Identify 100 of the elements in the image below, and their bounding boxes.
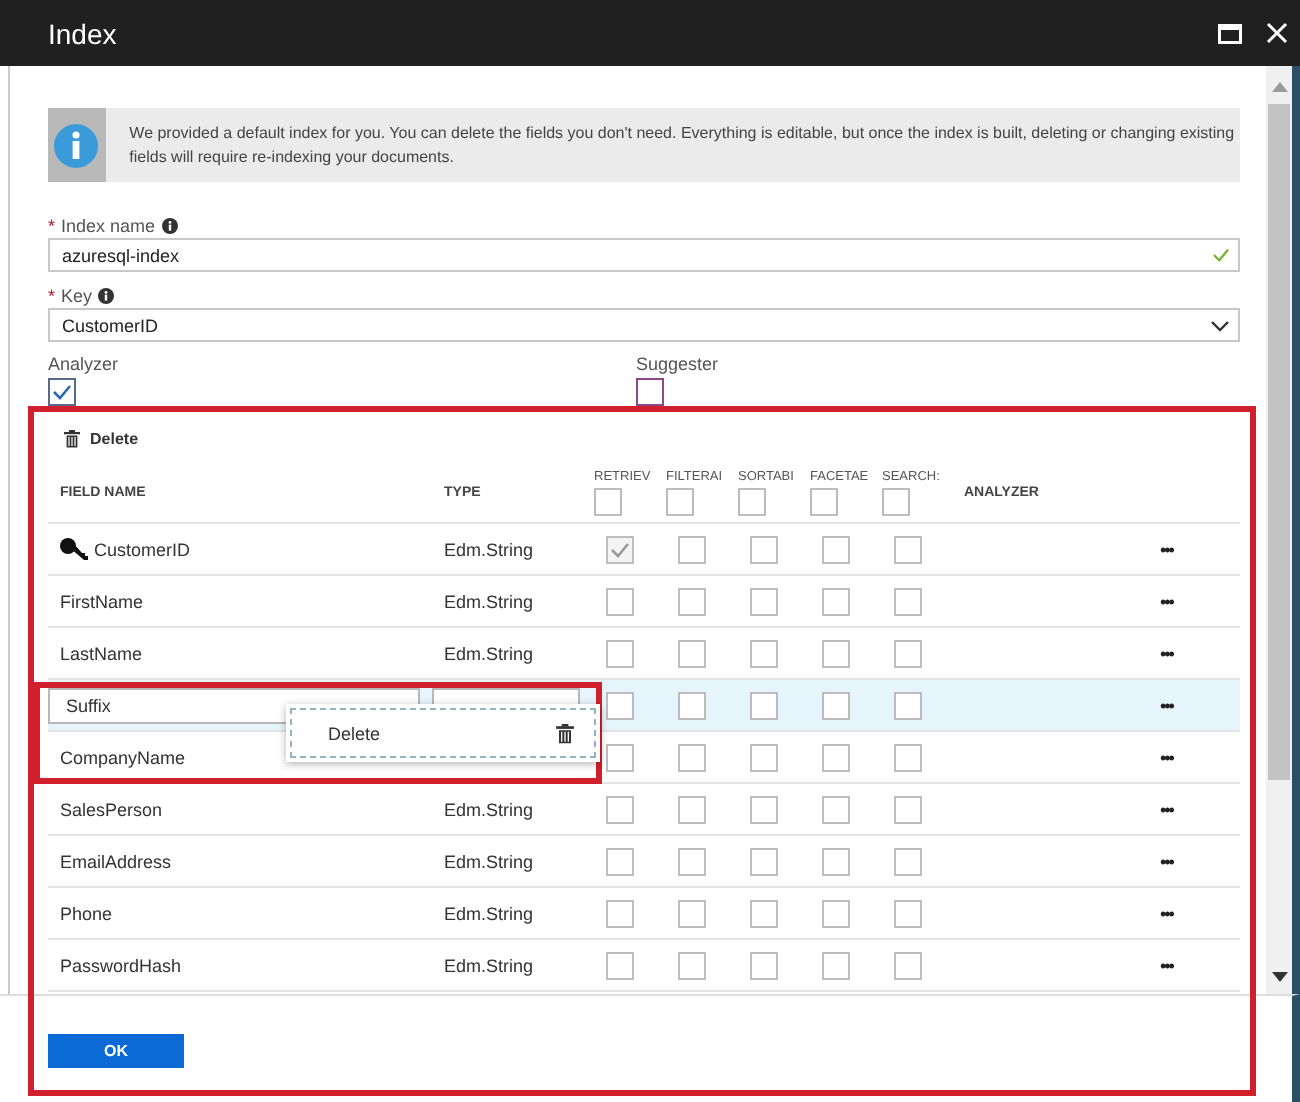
checkbox[interactable] bbox=[606, 951, 634, 979]
checkbox[interactable] bbox=[822, 743, 850, 771]
trash-icon bbox=[556, 723, 574, 743]
field-type: Edm.String bbox=[442, 539, 536, 559]
field-name: EmailAddress bbox=[60, 851, 172, 871]
index-name-field[interactable]: azuresql-index bbox=[48, 238, 1240, 272]
checkbox[interactable] bbox=[606, 795, 634, 823]
checkbox[interactable] bbox=[894, 899, 922, 927]
field-type: Edm.String bbox=[442, 591, 536, 611]
required-mark: * bbox=[48, 286, 56, 306]
checkbox[interactable] bbox=[822, 639, 850, 667]
checkbox[interactable] bbox=[750, 639, 778, 667]
more-button[interactable]: ••• bbox=[1160, 695, 1173, 715]
option-label: Suggester bbox=[636, 354, 721, 374]
field-type: Edm.String bbox=[442, 903, 536, 923]
required-mark: * bbox=[48, 216, 56, 236]
checkbox[interactable] bbox=[678, 639, 706, 667]
checkbox[interactable] bbox=[750, 587, 778, 615]
checkbox[interactable] bbox=[678, 847, 706, 875]
checkbox[interactable] bbox=[822, 795, 850, 823]
more-button[interactable]: ••• bbox=[1160, 539, 1173, 559]
checkbox[interactable] bbox=[750, 795, 778, 823]
column-checkbox[interactable] bbox=[594, 488, 622, 516]
checkbox[interactable] bbox=[678, 587, 706, 615]
close-icon[interactable] bbox=[1266, 22, 1288, 44]
checkbox[interactable] bbox=[894, 795, 922, 823]
checkbox[interactable] bbox=[894, 743, 922, 771]
field-name: Phone bbox=[60, 903, 113, 923]
option-label: Analyzer bbox=[48, 354, 121, 374]
field-type: Edm.String bbox=[442, 955, 536, 975]
scrollbar[interactable] bbox=[1266, 66, 1300, 994]
trash-icon bbox=[64, 429, 80, 447]
field-name: PasswordHash bbox=[60, 955, 182, 975]
more-button[interactable]: ••• bbox=[1160, 851, 1173, 871]
checkbox[interactable] bbox=[750, 535, 778, 563]
field-name: LastName bbox=[60, 643, 143, 663]
checkbox[interactable] bbox=[678, 899, 706, 927]
checkbox[interactable] bbox=[750, 899, 778, 927]
checkbox[interactable] bbox=[606, 847, 634, 875]
checkbox[interactable] bbox=[678, 795, 706, 823]
checkbox[interactable] bbox=[822, 951, 850, 979]
field-label: Index name bbox=[61, 216, 156, 236]
key-dropdown[interactable]: CustomerID bbox=[48, 308, 1240, 342]
checkbox[interactable] bbox=[750, 743, 778, 771]
checkbox[interactable] bbox=[678, 691, 706, 719]
field-name: CompanyName bbox=[60, 747, 186, 767]
checkbox[interactable] bbox=[894, 951, 922, 979]
checkbox[interactable] bbox=[750, 847, 778, 875]
menu-item[interactable]: Delete bbox=[290, 708, 596, 758]
more-button[interactable]: ••• bbox=[1160, 643, 1173, 663]
checkbox[interactable] bbox=[636, 378, 664, 406]
column-checkbox[interactable] bbox=[738, 488, 766, 516]
field-name: SalesPerson bbox=[60, 799, 163, 819]
checkbox[interactable] bbox=[894, 535, 922, 563]
checkbox[interactable] bbox=[750, 951, 778, 979]
checkbox[interactable] bbox=[894, 847, 922, 875]
checkbox[interactable] bbox=[606, 535, 634, 563]
checkbox[interactable] bbox=[750, 691, 778, 719]
checkbox[interactable] bbox=[894, 639, 922, 667]
scroll-down-icon[interactable] bbox=[1271, 972, 1287, 982]
checkbox[interactable] bbox=[678, 951, 706, 979]
checkbox[interactable] bbox=[606, 639, 634, 667]
checkbox[interactable] bbox=[678, 743, 706, 771]
checkbox[interactable] bbox=[822, 899, 850, 927]
checkbox[interactable] bbox=[822, 691, 850, 719]
column-checkbox[interactable] bbox=[882, 488, 910, 516]
more-button[interactable]: ••• bbox=[1160, 591, 1173, 611]
more-button[interactable]: ••• bbox=[1160, 903, 1173, 923]
more-button[interactable]: ••• bbox=[1160, 955, 1173, 975]
chevron-down-icon bbox=[1210, 319, 1230, 331]
scroll-thumb[interactable] bbox=[1268, 104, 1290, 780]
checkbox[interactable] bbox=[606, 743, 634, 771]
window-title: Index bbox=[48, 17, 119, 49]
checkbox[interactable] bbox=[894, 587, 922, 615]
delete-button[interactable]: Delete bbox=[64, 429, 139, 447]
column-checkbox[interactable] bbox=[810, 488, 838, 516]
maximize-icon[interactable] bbox=[1218, 23, 1242, 43]
field-type: Edm.String bbox=[442, 643, 536, 663]
field-type: Edm.String bbox=[442, 851, 536, 871]
checkbox[interactable] bbox=[606, 691, 634, 719]
checkbox[interactable] bbox=[606, 899, 634, 927]
ok-button[interactable]: OK bbox=[48, 1034, 184, 1068]
checkbox[interactable] bbox=[678, 535, 706, 563]
info-icon bbox=[98, 288, 115, 304]
checkbox[interactable] bbox=[822, 847, 850, 875]
checkbox[interactable] bbox=[894, 691, 922, 719]
field-label: Key bbox=[61, 286, 93, 306]
field-name: FirstName bbox=[60, 591, 144, 611]
field-name: CustomerID bbox=[94, 539, 191, 559]
more-button[interactable]: ••• bbox=[1160, 799, 1173, 819]
checkbox[interactable] bbox=[48, 378, 76, 406]
column-checkbox[interactable] bbox=[666, 488, 694, 516]
info-icon bbox=[48, 108, 106, 182]
scroll-up-icon[interactable] bbox=[1271, 82, 1287, 92]
more-button[interactable]: ••• bbox=[1160, 747, 1173, 767]
checkbox[interactable] bbox=[606, 587, 634, 615]
info-text: We provided a default index for you. You can delete the fields you don't need. Everything is editable, but once the index is built, deleting or changing existing fields will require re-indexing your documents. bbox=[129, 121, 1237, 169]
checkbox[interactable] bbox=[822, 587, 850, 615]
checkbox[interactable] bbox=[822, 535, 850, 563]
info-icon bbox=[161, 218, 178, 234]
